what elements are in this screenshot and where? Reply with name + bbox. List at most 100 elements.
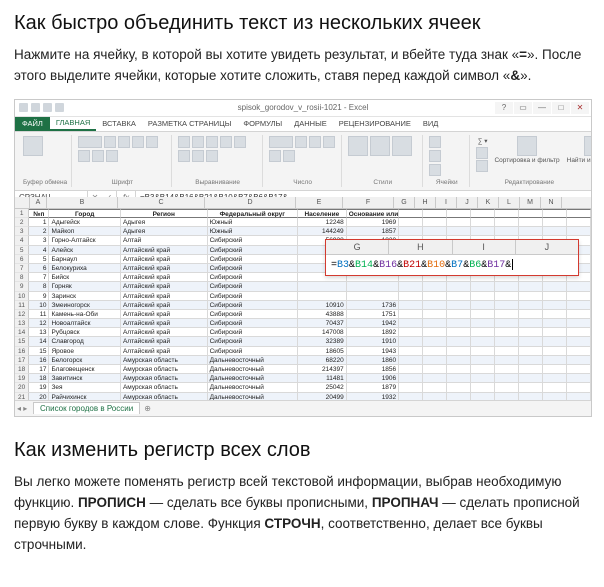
cell[interactable]: 20499 <box>298 393 347 400</box>
cell[interactable]: 1856 <box>347 365 399 374</box>
cell[interactable] <box>543 301 567 310</box>
row-header[interactable]: 18 <box>15 365 29 374</box>
merge-icon[interactable] <box>206 150 218 162</box>
cell[interactable]: Алтайский край <box>121 246 208 255</box>
cell[interactable]: Алейск <box>49 246 120 255</box>
cell[interactable]: Амурская область <box>121 374 208 383</box>
cell[interactable] <box>447 393 471 400</box>
cell[interactable]: 16 <box>29 356 49 365</box>
format-as-table-icon[interactable] <box>370 136 390 156</box>
cell[interactable] <box>447 292 471 301</box>
cell[interactable]: 15 <box>29 347 49 356</box>
cell[interactable]: Сибирский <box>208 310 298 319</box>
cell[interactable]: Основание или первое упоминание <box>347 209 399 218</box>
cell[interactable] <box>567 393 591 400</box>
cell[interactable] <box>495 301 519 310</box>
row-header[interactable]: 16 <box>15 347 29 356</box>
cell[interactable] <box>543 292 567 301</box>
cell[interactable]: 1879 <box>347 383 399 392</box>
cell[interactable]: Город <box>49 209 120 218</box>
cell[interactable]: Завитинск <box>49 374 120 383</box>
cell[interactable]: 214397 <box>298 365 347 374</box>
row-header[interactable]: 6 <box>15 255 29 264</box>
cell[interactable]: Райчихинск <box>49 393 120 400</box>
row-header[interactable]: 7 <box>15 264 29 273</box>
cell[interactable]: 32389 <box>298 337 347 346</box>
cell[interactable] <box>543 209 567 218</box>
cell[interactable]: Горняк <box>49 282 120 291</box>
bold-icon[interactable] <box>118 136 130 148</box>
cell[interactable]: Дальневосточный <box>208 365 298 374</box>
cell[interactable]: 1892 <box>347 328 399 337</box>
font-family-dropdown[interactable] <box>78 136 102 148</box>
cell[interactable]: 1751 <box>347 310 399 319</box>
align-bottom-icon[interactable] <box>206 136 218 148</box>
ribbon-collapse-button[interactable]: ▭ <box>514 102 532 114</box>
cell[interactable]: Сибирский <box>208 347 298 356</box>
redo-icon[interactable] <box>55 103 64 112</box>
col-header[interactable]: D <box>205 197 296 208</box>
cell[interactable] <box>519 301 543 310</box>
cell[interactable] <box>447 282 471 291</box>
cell[interactable] <box>543 310 567 319</box>
italic-icon[interactable] <box>132 136 144 148</box>
cell[interactable]: Бийск <box>49 273 120 282</box>
align-center-icon[interactable] <box>234 136 246 148</box>
format-cells-icon[interactable] <box>429 164 441 176</box>
cell[interactable] <box>543 319 567 328</box>
cell[interactable]: 10 <box>29 301 49 310</box>
cell[interactable] <box>447 310 471 319</box>
cell[interactable] <box>495 209 519 218</box>
cell[interactable] <box>519 310 543 319</box>
cell[interactable]: Яровое <box>49 347 120 356</box>
row-header[interactable]: 5 <box>15 246 29 255</box>
tab-page-layout[interactable]: РАЗМЕТКА СТРАНИЦЫ <box>142 117 237 131</box>
cell[interactable] <box>471 218 495 227</box>
row-header[interactable]: 10 <box>15 292 29 301</box>
cell[interactable] <box>519 356 543 365</box>
sheet-tab[interactable]: Список городов в России <box>33 402 140 414</box>
cell[interactable] <box>447 328 471 337</box>
cell-styles-icon[interactable] <box>392 136 412 156</box>
cell[interactable]: Адыгея <box>121 227 208 236</box>
cell[interactable]: Алтайский край <box>121 310 208 319</box>
cell[interactable]: Сибирский <box>208 282 298 291</box>
cell[interactable]: 5 <box>29 255 49 264</box>
cell[interactable] <box>447 365 471 374</box>
cell[interactable]: Сибирский <box>208 264 298 273</box>
cell[interactable]: Благовещенск <box>49 365 120 374</box>
sort-filter-icon[interactable] <box>517 136 537 156</box>
col-header[interactable]: L <box>499 197 520 208</box>
cell[interactable] <box>447 356 471 365</box>
undo-icon[interactable] <box>43 103 52 112</box>
cell[interactable] <box>519 365 543 374</box>
cell[interactable] <box>471 227 495 236</box>
cell[interactable] <box>543 374 567 383</box>
col-header[interactable]: B <box>47 197 118 208</box>
cell[interactable]: 13 <box>29 328 49 337</box>
worksheet[interactable]: A B C D E F G H I J K L M N 1№пГородРеги… <box>15 197 591 400</box>
cell[interactable] <box>423 374 447 383</box>
cell[interactable] <box>543 356 567 365</box>
cell[interactable] <box>495 337 519 346</box>
cell[interactable] <box>399 209 423 218</box>
close-button[interactable]: ✕ <box>571 102 589 114</box>
conditional-formatting-icon[interactable] <box>348 136 368 156</box>
cell[interactable] <box>519 218 543 227</box>
cell[interactable]: Южный <box>208 227 298 236</box>
row-header[interactable]: 17 <box>15 356 29 365</box>
autosum-button[interactable]: ∑ ▾ <box>476 136 490 146</box>
cell[interactable]: Адыгейск <box>49 218 120 227</box>
cell[interactable]: Сибирский <box>208 246 298 255</box>
cell[interactable]: Алтайский край <box>121 292 208 301</box>
cell[interactable] <box>399 356 423 365</box>
cell[interactable] <box>519 209 543 218</box>
cell[interactable] <box>423 218 447 227</box>
cell[interactable]: Регион <box>121 209 208 218</box>
cell[interactable] <box>447 218 471 227</box>
align-middle-icon[interactable] <box>192 136 204 148</box>
cell[interactable] <box>495 328 519 337</box>
cell[interactable] <box>399 319 423 328</box>
cell[interactable] <box>298 282 347 291</box>
clear-icon[interactable] <box>476 160 488 172</box>
